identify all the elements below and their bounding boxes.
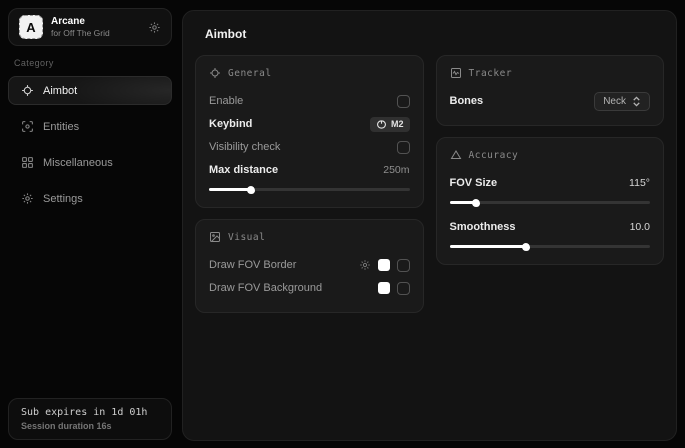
gear-icon [21,192,34,205]
draw-fov-background-label: Draw FOV Background [209,282,322,294]
max-distance-slider[interactable] [209,184,410,194]
gear-icon[interactable] [148,21,161,34]
target-icon [209,67,221,79]
enable-label: Enable [209,95,243,107]
fov-size-value: 115° [629,177,650,189]
chevron-up-down-icon [632,96,641,107]
mouse-icon [376,120,387,129]
fov-background-checkbox[interactable] [397,282,410,295]
sub-expires-text: Sub expires in 1d 01h [21,407,159,418]
visibility-check-label: Visibility check [209,141,280,153]
card-title: Visual [228,232,265,243]
session-duration-text: Session duration 16s [21,421,159,431]
grid-icon [21,156,34,169]
slider-thumb[interactable] [522,243,530,251]
sidebar-item-entities[interactable]: Entities [8,112,172,141]
smoothness-label: Smoothness [450,221,516,233]
app-title: Arcane [51,16,140,28]
sidebar-item-label: Aimbot [43,85,77,97]
card-title: General [228,68,272,79]
tracker-card: Tracker Bones Neck [436,55,665,126]
sidebar-item-aimbot[interactable]: Aimbot [8,76,172,105]
sidebar-item-miscellaneous[interactable]: Miscellaneous [8,148,172,177]
brand-card: A Arcane for Off The Grid [8,8,172,46]
subscription-status-box: Sub expires in 1d 01h Session duration 1… [8,398,172,440]
keybind-button[interactable]: M2 [370,117,410,132]
enable-checkbox[interactable] [397,95,410,108]
gear-icon[interactable] [359,259,371,271]
category-label: Category [14,58,166,68]
slider-thumb[interactable] [472,199,480,207]
bones-select[interactable]: Neck [594,92,650,111]
app-logo: A [19,15,43,39]
app-subtitle: for Off The Grid [51,28,140,38]
card-title: Tracker [469,68,513,79]
entities-scan-icon [21,120,34,133]
bones-label: Bones [450,95,484,107]
crosshair-icon [21,84,34,97]
main-panel: Aimbot General Enable [182,10,677,441]
fov-background-color-swatch[interactable] [378,282,390,294]
card-title: Accuracy [469,150,519,161]
max-distance-label: Max distance [209,164,278,176]
fov-border-checkbox[interactable] [397,259,410,272]
page-title: Aimbot [205,27,664,41]
sidebar-nav: Aimbot Entities Miscellaneous [8,76,172,220]
sidebar-item-label: Settings [43,193,83,205]
activity-icon [450,67,462,79]
sidebar-item-label: Miscellaneous [43,157,113,169]
triangle-icon [450,149,462,161]
sidebar: A Arcane for Off The Grid Category Aimbo… [0,0,180,448]
sidebar-item-label: Entities [43,121,79,133]
smoothness-slider[interactable] [450,241,651,251]
image-icon [209,231,221,243]
smoothness-value: 10.0 [630,221,650,233]
accuracy-card: Accuracy FOV Size 115° Smoothness 10.0 [436,137,665,265]
draw-fov-border-label: Draw FOV Border [209,259,296,271]
fov-size-slider[interactable] [450,197,651,207]
sidebar-item-settings[interactable]: Settings [8,184,172,213]
keybind-label: Keybind [209,118,252,130]
max-distance-value: 250m [383,164,409,176]
fov-border-color-swatch[interactable] [378,259,390,271]
visibility-check-checkbox[interactable] [397,141,410,154]
general-card: General Enable Keybind [195,55,424,208]
slider-thumb[interactable] [247,186,255,194]
fov-size-label: FOV Size [450,177,498,189]
visual-card: Visual Draw FOV Border [195,219,424,313]
